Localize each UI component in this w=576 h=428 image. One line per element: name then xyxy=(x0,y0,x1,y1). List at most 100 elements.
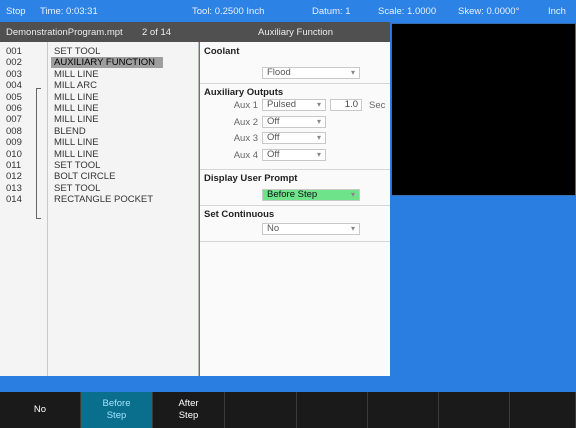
step-number: 010 xyxy=(6,148,22,160)
program-step-row[interactable]: 006 MILL LINE xyxy=(0,103,199,114)
coolant-value: Flood xyxy=(267,67,291,78)
aux-value: Off xyxy=(267,132,280,143)
units-readout: Inch xyxy=(548,6,566,17)
continuous-value: No xyxy=(267,223,280,234)
aux-label: Aux 4 xyxy=(233,149,258,161)
step-number: 002 xyxy=(6,57,22,69)
program-step-row[interactable]: 002 AUXILIARY FUNCTION xyxy=(0,57,199,69)
user-prompt-section: Display User Prompt Before Step ▾ xyxy=(200,170,390,206)
program-step-row[interactable]: 014 RECTANGLE POCKET xyxy=(0,194,199,205)
aux-outputs-title: Auxiliary Outputs xyxy=(204,87,284,98)
status-bar: Stop Time: 0:03:31 Tool: 0.2500 Inch Dat… xyxy=(0,0,576,22)
step-label: SET TOOL xyxy=(54,46,101,57)
user-prompt-value: Before Step xyxy=(267,189,318,200)
step-number: 004 xyxy=(6,80,22,92)
step-number: 012 xyxy=(6,171,22,183)
program-step-row[interactable]: 010 MILL LINE xyxy=(0,149,199,160)
program-step-row[interactable]: 003 MILL LINE xyxy=(0,69,199,80)
program-header: DemonstrationProgram.mpt 2 of 14 Auxilia… xyxy=(0,22,390,42)
softkey-5[interactable] xyxy=(297,392,368,428)
coolant-section: Coolant Flood ▾ xyxy=(200,42,390,84)
softkey-line2: Step xyxy=(178,410,199,421)
program-step-row[interactable]: 012 BOLT CIRCLE xyxy=(0,171,199,182)
softkey-8[interactable] xyxy=(510,392,576,428)
chevron-down-icon: ▾ xyxy=(316,133,321,142)
step-label: RECTANGLE POCKET xyxy=(54,194,154,206)
softkey-line1: After xyxy=(178,398,199,409)
chevron-down-icon: ▾ xyxy=(350,68,355,77)
chevron-down-icon: ▾ xyxy=(316,149,321,159)
pulse-duration-input[interactable]: 1.0 xyxy=(330,99,362,111)
program-step-row[interactable]: 005 MILL LINE xyxy=(0,92,199,103)
step-number: 013 xyxy=(6,182,22,194)
program-step-row[interactable]: 007 MILL LINE xyxy=(0,114,199,125)
step-label: MILL LINE xyxy=(54,137,99,149)
step-number: 005 xyxy=(6,91,22,103)
graphics-preview xyxy=(391,23,576,196)
chevron-down-icon: ▾ xyxy=(350,190,355,199)
step-label: MILL LINE xyxy=(54,114,99,126)
program-step-row[interactable]: 004 MILL ARC xyxy=(0,80,199,91)
tool-size: Tool: 0.2500 Inch xyxy=(192,6,265,17)
aux-label: Aux 1 xyxy=(233,100,258,111)
program-step-row[interactable]: 011 SET TOOL xyxy=(0,160,199,171)
coolant-dropdown[interactable]: Flood ▾ xyxy=(262,67,360,79)
step-label: SET TOOL xyxy=(54,182,101,194)
aux-output-dropdown[interactable]: Off ▾ xyxy=(262,115,326,128)
coolant-title: Coolant xyxy=(204,46,240,57)
softkey-6[interactable] xyxy=(368,392,439,428)
step-position: 2 of 14 xyxy=(142,27,172,38)
softkey-line1: No xyxy=(33,404,47,415)
program-step-row[interactable]: 013 SET TOOL xyxy=(0,183,199,194)
softkey-2[interactable]: Before Step xyxy=(81,392,153,428)
program-step-row[interactable]: 001 SET TOOL xyxy=(0,46,199,57)
aux-value: Off xyxy=(267,115,280,127)
step-label: MILL ARC xyxy=(54,80,97,92)
step-label: BLEND xyxy=(54,125,86,137)
program-step-row[interactable]: 008 BLEND xyxy=(0,126,199,137)
program-list[interactable]: 001 SET TOOL 002 AUXILIARY FUNCTION 003 MILL … xyxy=(0,42,199,376)
step-number: 007 xyxy=(6,114,22,126)
chevron-down-icon: ▾ xyxy=(316,116,321,126)
program-step-row[interactable]: 009 MILL LINE xyxy=(0,137,199,148)
continuous-dropdown[interactable]: No ▾ xyxy=(262,223,360,235)
step-number: 006 xyxy=(6,103,22,114)
skew-readout: Skew: 0.0000° xyxy=(458,6,520,17)
softkey-4[interactable] xyxy=(225,392,297,428)
step-number: 011 xyxy=(6,160,22,171)
run-mode: Stop xyxy=(6,6,26,17)
step-number: 003 xyxy=(6,68,22,80)
softkey-bar: No Before Step After Step xyxy=(0,392,576,428)
aux-label: Aux 2 xyxy=(233,116,258,128)
aux-value: Pulsed xyxy=(267,99,297,110)
panel-title: Auxiliary Function xyxy=(258,27,333,38)
step-label: MILL LINE xyxy=(54,148,99,160)
aux-output-dropdown[interactable]: Off ▾ xyxy=(262,132,326,144)
step-label: MILL LINE xyxy=(54,103,99,114)
softkey-7[interactable] xyxy=(439,392,510,428)
step-label: SET TOOL xyxy=(54,160,101,171)
step-label: MILL LINE xyxy=(54,91,99,103)
step-number: 009 xyxy=(6,137,22,149)
chevron-down-icon: ▾ xyxy=(316,100,321,109)
step-number: 014 xyxy=(6,194,22,206)
step-number: 008 xyxy=(6,125,22,137)
aux-output-dropdown[interactable]: Pulsed ▾ xyxy=(262,99,326,111)
softkey-1[interactable]: No xyxy=(0,392,81,428)
continuous-section: Set Continuous No ▾ xyxy=(200,206,390,242)
duration-unit: Sec xyxy=(369,100,386,111)
aux-output-dropdown[interactable]: Off ▾ xyxy=(262,148,326,161)
aux-outputs-section: Auxiliary Outputs Aux 1 Pulsed ▾ 1.0 Sec Aux … xyxy=(200,84,390,170)
elapsed-time: Time: 0:03:31 xyxy=(40,6,98,17)
user-prompt-dropdown[interactable]: Before Step ▾ xyxy=(262,189,360,201)
aux-value: Off xyxy=(267,148,280,160)
step-label: AUXILIARY FUNCTION xyxy=(51,57,163,69)
aux-label: Aux 3 xyxy=(233,133,258,144)
step-label: BOLT CIRCLE xyxy=(54,171,116,183)
scale-readout: Scale: 1.0000 xyxy=(378,6,437,17)
program-filename: DemonstrationProgram.mpt xyxy=(6,27,123,38)
step-number: 001 xyxy=(6,46,22,57)
datum-readout: Datum: 1 xyxy=(312,6,351,17)
continuous-title: Set Continuous xyxy=(204,209,275,220)
softkey-3[interactable]: After Step xyxy=(153,392,225,428)
